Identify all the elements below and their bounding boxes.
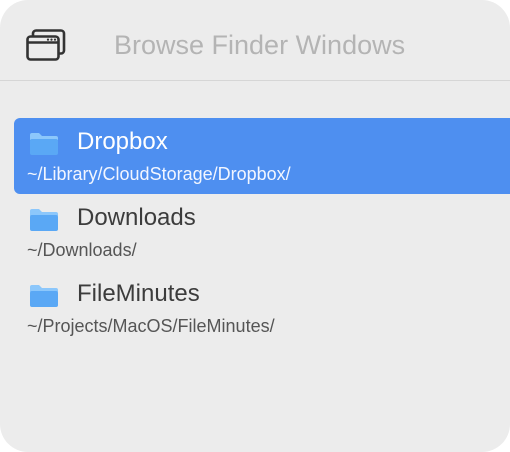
finder-windows-panel: Dropbox ~/Library/CloudStorage/Dropbox/ … — [0, 0, 510, 452]
item-path: ~/Library/CloudStorage/Dropbox/ — [27, 164, 291, 184]
results-list: Dropbox ~/Library/CloudStorage/Dropbox/ … — [14, 118, 510, 346]
browser-window-icon — [26, 29, 66, 61]
search-input[interactable] — [96, 24, 496, 66]
folder-icon — [30, 209, 58, 231]
item-name: FileMinutes — [77, 280, 200, 307]
item-path: ~/Projects/MacOS/FileMinutes/ — [27, 316, 275, 336]
list-item-dropbox[interactable]: Dropbox ~/Library/CloudStorage/Dropbox/ — [14, 118, 510, 194]
header-bar — [0, 0, 510, 81]
item-path: ~/Downloads/ — [27, 240, 137, 260]
item-name: Downloads — [77, 204, 196, 231]
folder-icon — [30, 133, 58, 155]
item-name: Dropbox — [77, 128, 168, 155]
folder-icon — [30, 285, 58, 307]
list-item-downloads[interactable]: Downloads ~/Downloads/ — [14, 194, 510, 270]
list-item-fileminutes[interactable]: FileMinutes ~/Projects/MacOS/FileMinutes… — [14, 270, 510, 346]
